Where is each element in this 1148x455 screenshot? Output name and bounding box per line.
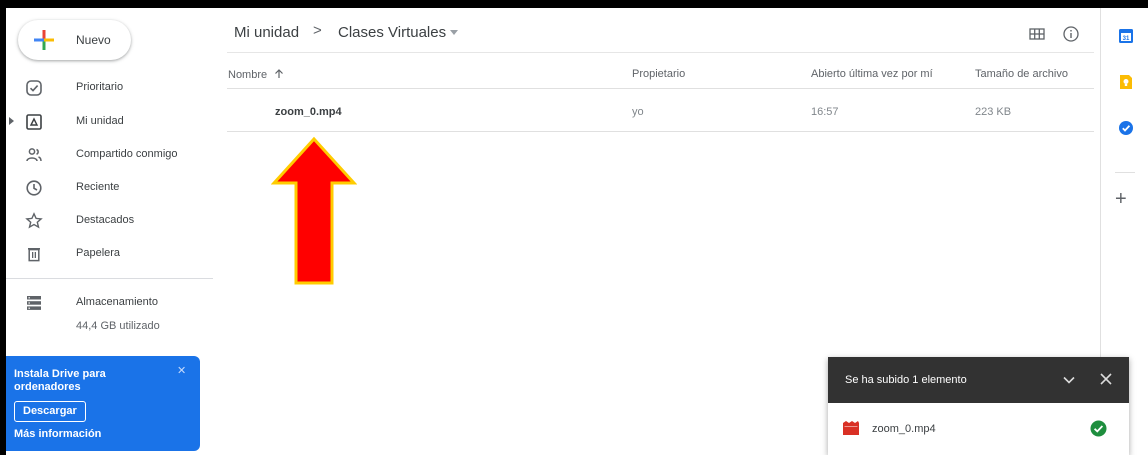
plus-icon bbox=[34, 30, 54, 50]
sidebar-divider bbox=[6, 278, 213, 279]
red-arrow-annotation bbox=[271, 136, 357, 285]
close-icon[interactable]: ✕ bbox=[177, 364, 186, 377]
sidebar-item-trash[interactable]: Papelera bbox=[6, 238, 213, 270]
column-header-label: Nombre bbox=[228, 69, 268, 81]
file-name-cell[interactable]: zoom_0.mp4 bbox=[275, 106, 342, 118]
trash-icon bbox=[28, 248, 40, 262]
promo-title: Instala Drive para ordenadores bbox=[14, 368, 106, 393]
expand-caret-icon[interactable] bbox=[9, 117, 14, 125]
add-addon-icon[interactable]: + bbox=[1115, 188, 1127, 211]
storage-label: Almacenamiento bbox=[76, 296, 158, 308]
sidebar-item-label: Mi unidad bbox=[76, 115, 124, 127]
svg-text:31: 31 bbox=[1123, 36, 1130, 42]
sidebar-item-label: Papelera bbox=[76, 247, 121, 259]
uploaded-file-item[interactable]: zoom_0.mp4 bbox=[828, 403, 1129, 455]
keep-icon[interactable] bbox=[1118, 74, 1134, 90]
star-icon bbox=[25, 212, 43, 229]
owner-cell: yo bbox=[632, 106, 644, 118]
header-divider bbox=[227, 52, 1094, 53]
sidebar-item-label: Prioritario bbox=[76, 81, 124, 93]
table-row[interactable] bbox=[227, 89, 1094, 131]
breadcrumb-current[interactable]: Clases Virtuales bbox=[338, 24, 446, 41]
check-success-icon bbox=[1090, 420, 1107, 437]
sidebar-item-shared[interactable]: Compartido conmigo bbox=[6, 139, 213, 171]
breadcrumb-root[interactable]: Mi unidad bbox=[234, 24, 299, 41]
uploaded-file-name: zoom_0.mp4 bbox=[872, 423, 936, 435]
new-button[interactable]: Nuevo bbox=[18, 20, 131, 60]
side-panel-divider bbox=[1115, 172, 1135, 173]
sidebar-item-label: Destacados bbox=[76, 214, 135, 226]
sidebar-item-label: Reciente bbox=[76, 181, 120, 193]
video-file-icon bbox=[843, 421, 859, 435]
new-button-label: Nuevo bbox=[76, 33, 111, 47]
column-header-last-opened[interactable]: Abierto última vez por mí bbox=[811, 68, 933, 80]
check-circle-icon bbox=[26, 80, 42, 96]
drive-icon bbox=[26, 114, 42, 130]
grid-view-icon[interactable] bbox=[1028, 25, 1046, 43]
more-info-link[interactable]: Más información bbox=[14, 428, 101, 440]
sidebar-item-my-drive[interactable]: Mi unidad bbox=[6, 106, 213, 138]
install-drive-promo: Instala Drive para ordenadores ✕ Descarg… bbox=[6, 356, 200, 451]
arrow-up-icon[interactable] bbox=[274, 69, 284, 79]
upload-toast-title: Se ha subido 1 elemento bbox=[845, 374, 967, 386]
breadcrumb-separator: > bbox=[313, 22, 322, 39]
shared-people-icon bbox=[26, 148, 42, 162]
close-icon[interactable] bbox=[1098, 371, 1114, 387]
sidebar-item-recent[interactable]: Reciente bbox=[6, 172, 213, 204]
sidebar-item-priority[interactable]: Prioritario bbox=[6, 72, 213, 104]
tasks-icon[interactable] bbox=[1118, 120, 1134, 136]
sidebar-item-starred[interactable]: Destacados bbox=[6, 205, 213, 237]
column-header-size[interactable]: Tamaño de archivo bbox=[975, 68, 1068, 80]
upload-toast-header: Se ha subido 1 elemento bbox=[828, 357, 1129, 403]
chevron-down-icon[interactable] bbox=[1062, 373, 1076, 387]
download-button[interactable]: Descargar bbox=[14, 401, 86, 422]
upload-toast: Se ha subido 1 elemento zoom_0.mp4 bbox=[828, 357, 1129, 455]
row-divider bbox=[227, 131, 1094, 132]
last-opened-cell: 16:57 bbox=[811, 106, 839, 118]
info-icon[interactable] bbox=[1062, 25, 1080, 43]
column-header-name[interactable]: Nombre bbox=[228, 68, 284, 81]
chevron-down-icon[interactable] bbox=[450, 30, 458, 35]
sidebar-item-storage[interactable]: Almacenamiento bbox=[6, 287, 213, 319]
drive-window: Nuevo Prioritario Mi unidad Compartido c… bbox=[6, 8, 1148, 455]
size-cell: 223 KB bbox=[975, 106, 1012, 118]
calendar-icon[interactable]: 31 bbox=[1118, 28, 1134, 44]
sidebar-item-label: Compartido conmigo bbox=[76, 148, 178, 160]
clock-icon bbox=[26, 180, 42, 196]
column-header-owner[interactable]: Propietario bbox=[632, 68, 685, 80]
storage-used-text: 44,4 GB utilizado bbox=[76, 320, 160, 332]
storage-icon bbox=[27, 296, 41, 310]
